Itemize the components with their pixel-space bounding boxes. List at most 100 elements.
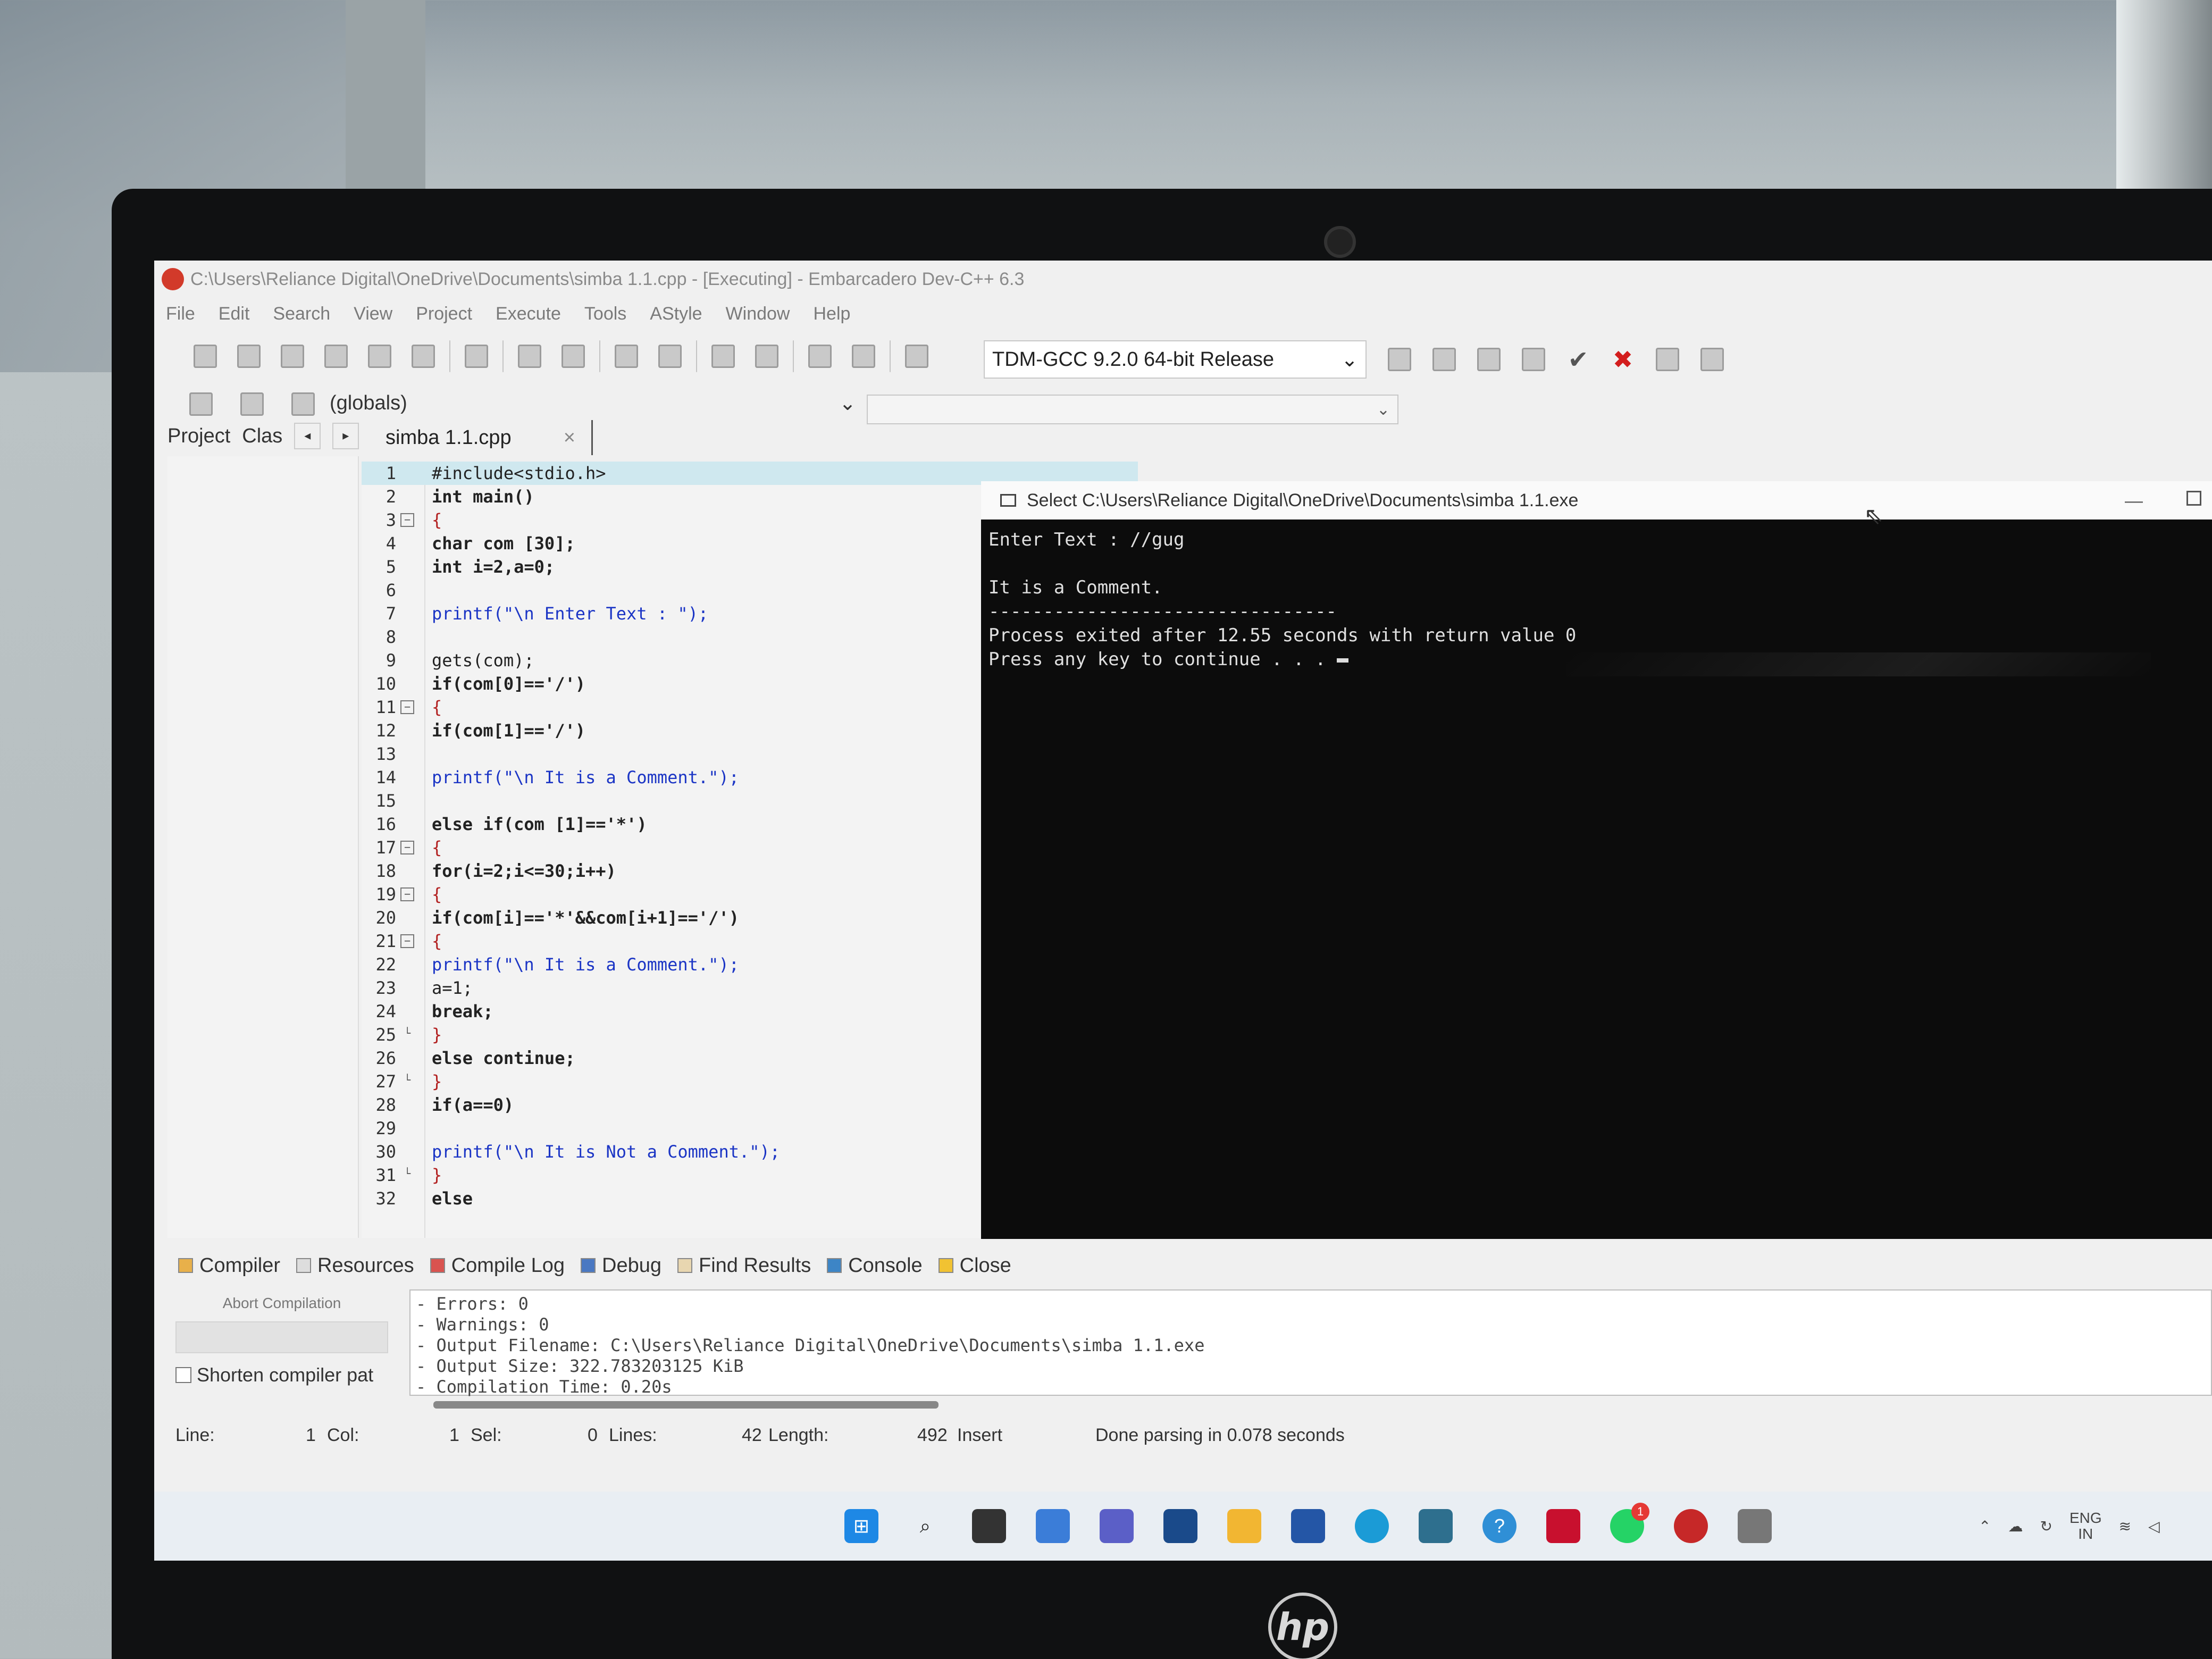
run-icon[interactable]	[1432, 348, 1456, 371]
replace-icon[interactable]	[562, 345, 585, 368]
file-explorer-icon[interactable]	[1227, 1509, 1261, 1543]
whatsapp-icon[interactable]: 1	[1610, 1503, 1649, 1543]
app-circle-icon[interactable]	[1419, 1509, 1453, 1543]
compile-run-icon[interactable]	[1477, 348, 1501, 371]
mcafee-icon[interactable]	[1546, 1509, 1580, 1543]
sync-icon[interactable]: ↻	[2040, 1518, 2052, 1535]
console-prompt-text: Press any key to continue . . .	[988, 649, 1337, 670]
bookmark-icon[interactable]	[658, 345, 682, 368]
language-indicator[interactable]: ENG IN	[2069, 1510, 2102, 1542]
console-output: Enter Text : //gug It is a Comment. ----…	[981, 520, 2212, 1239]
new-project-icon[interactable]	[189, 392, 213, 416]
horizontal-scrollbar[interactable]	[433, 1401, 939, 1409]
menu-astyle[interactable]: AStyle	[650, 304, 702, 324]
find-icon[interactable]	[518, 345, 541, 368]
tab-scroll-right-icon[interactable]: ▸	[332, 423, 359, 449]
tab-resources[interactable]: Resources	[296, 1254, 414, 1277]
minimize-icon[interactable]: —	[2125, 491, 2143, 512]
undo-icon[interactable]	[711, 345, 735, 368]
save-icon[interactable]	[281, 345, 304, 368]
redo-icon[interactable]	[755, 345, 778, 368]
indent-icon[interactable]	[852, 345, 875, 368]
onedrive-icon[interactable]: ☁	[2008, 1518, 2023, 1535]
microsoft-store-icon[interactable]	[1291, 1509, 1325, 1543]
menu-tools[interactable]: Tools	[584, 304, 626, 324]
tab-console-label: Console	[848, 1254, 923, 1277]
tab-scroll-left-icon[interactable]: ◂	[294, 423, 321, 449]
function-select[interactable]: ⌄	[867, 395, 1398, 424]
goto-line-icon[interactable]	[615, 345, 638, 368]
close-all-icon[interactable]	[412, 345, 435, 368]
menu-edit[interactable]: Edit	[219, 304, 250, 324]
project-options-icon[interactable]	[291, 392, 315, 416]
shorten-paths-checkbox[interactable]	[175, 1367, 191, 1383]
background-pillar	[346, 0, 425, 191]
edge-icon[interactable]	[1355, 1509, 1389, 1543]
task-view-icon[interactable]	[972, 1509, 1006, 1543]
add-to-project-icon[interactable]	[240, 392, 264, 416]
fold-toggle-icon[interactable]: −	[400, 934, 414, 948]
terminal-icon[interactable]	[1738, 1509, 1772, 1543]
fold-toggle-icon[interactable]: −	[400, 887, 414, 901]
help-icon[interactable]: ?	[1482, 1509, 1516, 1543]
menu-view[interactable]: View	[354, 304, 392, 324]
rebuild-all-icon[interactable]	[1522, 348, 1545, 371]
abort-compilation-button[interactable]: Abort Compilation	[207, 1295, 356, 1312]
search-icon[interactable]: ⌕	[908, 1509, 942, 1543]
teams-chat-icon[interactable]	[1100, 1509, 1134, 1543]
build-toolbar: ✔ ✖	[1377, 340, 1735, 379]
save-all-icon[interactable]	[324, 345, 348, 368]
fold-toggle-icon[interactable]: −	[400, 513, 414, 527]
line-number: 17	[375, 837, 396, 858]
windows-start-icon[interactable]: ⊞	[844, 1509, 878, 1543]
tab-project[interactable]: Project	[167, 425, 230, 448]
compiler-select[interactable]: TDM-GCC 9.2.0 64-bit Release ⌄	[984, 340, 1367, 379]
tab-compile-log[interactable]: Compile Log	[430, 1254, 565, 1277]
volume-icon[interactable]: ◁	[2148, 1518, 2160, 1535]
chevron-up-icon[interactable]: ⌃	[1979, 1518, 1991, 1535]
open-file-icon[interactable]	[237, 345, 261, 368]
scope-select[interactable]: (globals) ⌄	[324, 384, 861, 422]
shorten-paths-option[interactable]: Shorten compiler pat	[175, 1364, 373, 1386]
menu-help[interactable]: Help	[813, 304, 850, 324]
tab-console[interactable]: Console	[827, 1254, 923, 1277]
console-window[interactable]: Select C:\Users\Reliance Digital\OneDriv…	[981, 481, 2212, 1239]
code-text: {	[432, 884, 442, 904]
status-message: Done parsing in 0.078 seconds	[1095, 1425, 1345, 1445]
editor-file-tab[interactable]: simba 1.1.cpp ×	[370, 420, 593, 455]
secondary-toolbar	[175, 383, 329, 425]
profile-chart-icon[interactable]	[1656, 348, 1679, 371]
menu-window[interactable]: Window	[726, 304, 790, 324]
toggle-comment-icon[interactable]	[905, 345, 928, 368]
tab-find-results[interactable]: Find Results	[677, 1254, 811, 1277]
menu-search[interactable]: Search	[273, 304, 330, 324]
new-file-icon[interactable]	[194, 345, 217, 368]
compiler-icon	[178, 1258, 193, 1273]
tab-debug[interactable]: Debug	[581, 1254, 661, 1277]
menu-execute[interactable]: Execute	[496, 304, 561, 324]
close-file-icon[interactable]	[368, 345, 391, 368]
fold-toggle-icon[interactable]: −	[400, 841, 414, 854]
prime-video-icon[interactable]	[1163, 1509, 1197, 1543]
compile-icon[interactable]	[1388, 348, 1411, 371]
tab-compiler[interactable]: Compiler	[178, 1254, 280, 1277]
delete-profile-icon[interactable]	[1700, 348, 1724, 371]
windows-taskbar: ⊞ ⌕ ? 1 ⌃ ☁ ↻ ENG IN ≋ ◁	[154, 1492, 2212, 1561]
unindent-icon[interactable]	[808, 345, 832, 368]
maximize-icon[interactable]	[2186, 491, 2201, 506]
stop-execution-icon[interactable]: ✖	[1611, 347, 1635, 372]
print-icon[interactable]	[465, 345, 488, 368]
menu-file[interactable]: File	[166, 304, 195, 324]
tab-classes[interactable]: Clas	[242, 425, 282, 448]
status-sel: 0	[588, 1425, 598, 1445]
wifi-icon[interactable]: ≋	[2119, 1518, 2131, 1535]
menu-project[interactable]: Project	[416, 304, 472, 324]
dev-cpp-icon[interactable]	[1674, 1509, 1708, 1543]
tab-close[interactable]: Close	[938, 1254, 1011, 1277]
syntax-check-icon[interactable]: ✔	[1566, 347, 1590, 372]
fold-toggle-icon[interactable]: −	[400, 700, 414, 714]
close-icon[interactable]: ×	[564, 426, 575, 449]
widgets-icon[interactable]	[1036, 1509, 1070, 1543]
